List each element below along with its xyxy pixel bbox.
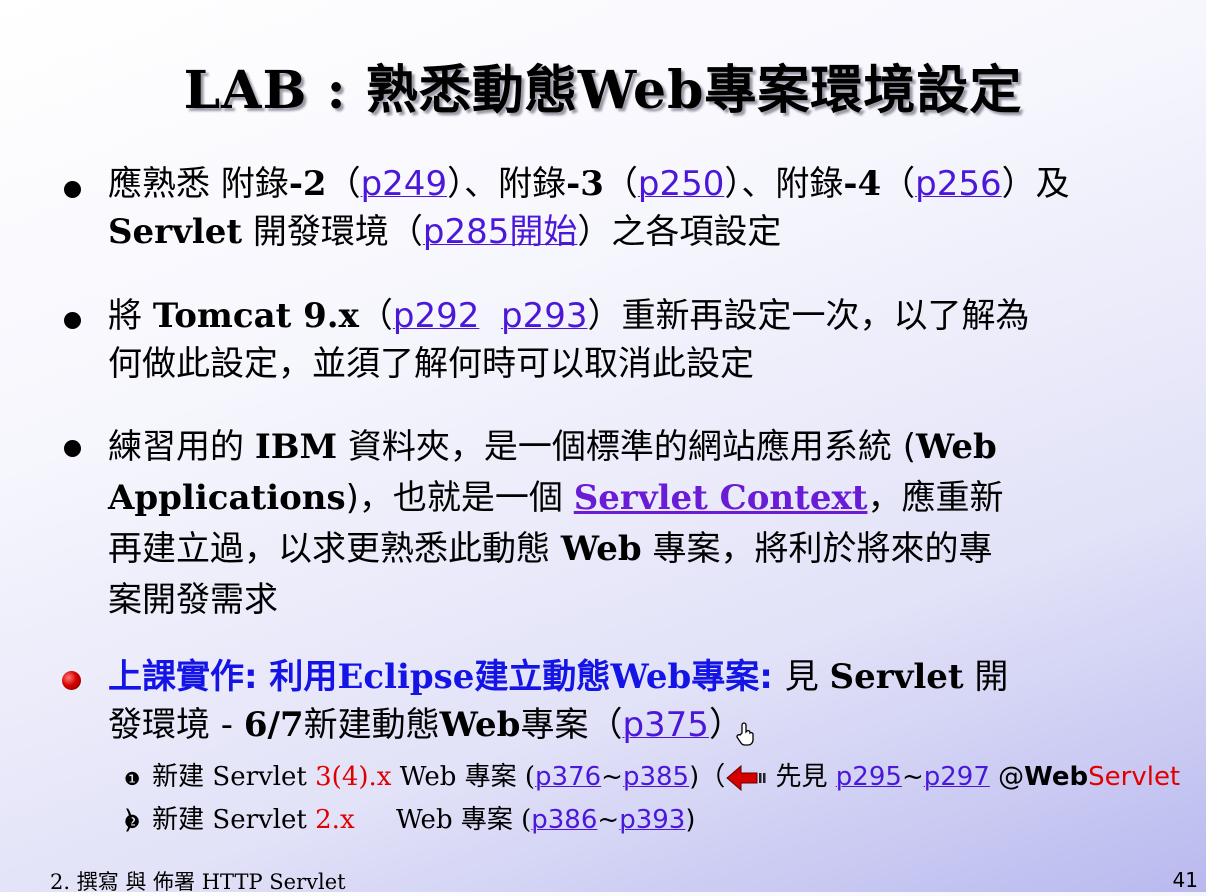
link-p249[interactable]: p249	[361, 164, 447, 204]
bullet-dot-icon	[64, 440, 81, 457]
hand-cursor-icon	[736, 722, 754, 746]
red-bullet-dot-icon	[62, 671, 81, 690]
link-p285[interactable]: p285開始	[423, 212, 577, 252]
sub-item-2: ❷ 新建 Servlet 2.x Web 專案 (p386~p393)	[124, 805, 696, 835]
link-p297[interactable]: p297	[924, 762, 990, 792]
link-p250[interactable]: p250	[638, 164, 724, 204]
link-servlet-context[interactable]: Servlet Context	[574, 478, 868, 518]
bullet-dot-icon	[64, 181, 81, 198]
link-p293[interactable]: p293	[501, 296, 587, 336]
slide-title: LAB : 熟悉動態Web專案環境設定	[183, 60, 1023, 121]
link-p292[interactable]: p292	[393, 296, 479, 336]
link-p385[interactable]: p385	[623, 762, 689, 792]
link-p375[interactable]: p375	[622, 705, 708, 745]
bullet-dot-icon	[64, 312, 81, 329]
number-2-icon: ❷	[124, 812, 141, 833]
link-p393[interactable]: p393	[619, 805, 685, 835]
link-p376[interactable]: p376	[535, 762, 601, 792]
back-arrow-icon[interactable]	[725, 764, 767, 792]
number-1-icon: ❶	[124, 769, 141, 790]
link-p386[interactable]: p386	[531, 805, 597, 835]
link-p256[interactable]: p256	[915, 164, 1001, 204]
link-p295[interactable]: p295	[836, 762, 902, 792]
page-number: 41	[1172, 868, 1198, 892]
